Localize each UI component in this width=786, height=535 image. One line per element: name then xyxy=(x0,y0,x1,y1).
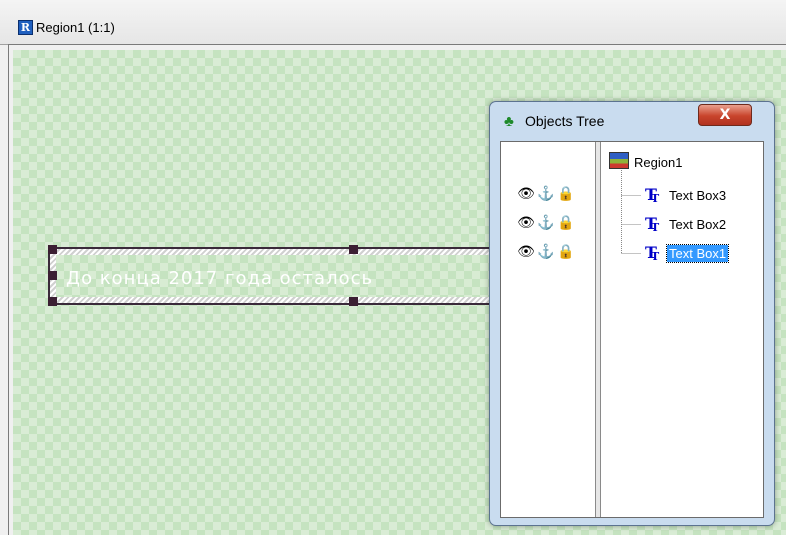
region-icon xyxy=(609,152,629,169)
lock-icon[interactable]: 🔒 xyxy=(556,243,576,260)
close-icon: X xyxy=(719,107,731,123)
resize-handle-middle-left[interactable] xyxy=(48,271,57,280)
window-title: Region1 (1:1) xyxy=(36,20,115,35)
status-row-text-box2: 👁 ⚓ 🔒 xyxy=(516,214,576,234)
lock-icon[interactable]: 🔒 xyxy=(556,185,576,202)
objects-tree-title: Objects Tree xyxy=(525,113,605,129)
text-box-content: До конца 2017 года осталось xyxy=(56,255,496,297)
objects-tree-window: ♣ Objects Tree X 👁 ⚓ 🔒 👁 ⚓ 🔒 👁 ⚓ 🔒 Regio… xyxy=(489,101,775,526)
window-titlebar: R Region1 (1:1) xyxy=(0,0,786,45)
app-icon: R xyxy=(18,20,33,35)
text-box-icon: T xyxy=(645,215,661,238)
anchor-icon[interactable]: ⚓ xyxy=(536,243,556,260)
close-button[interactable]: X xyxy=(698,104,752,126)
eye-icon[interactable]: 👁 xyxy=(516,243,536,260)
text-box-icon: T xyxy=(645,244,661,267)
status-row-text-box1: 👁 ⚓ 🔒 xyxy=(516,243,576,263)
main-window: R Region1 (1:1) До конца 2017 года остал… xyxy=(0,0,786,535)
text-box-icon: T xyxy=(645,186,661,209)
resize-handle-top-center[interactable] xyxy=(349,245,358,254)
tree-node-text-box3[interactable]: Text Box3 xyxy=(667,187,728,204)
status-row-text-box3: 👁 ⚓ 🔒 xyxy=(516,185,576,205)
tree-node-region1[interactable]: Region1 xyxy=(632,154,684,171)
visibility-lock-column: 👁 ⚓ 🔒 👁 ⚓ 🔒 👁 ⚓ 🔒 xyxy=(502,143,594,516)
objects-tree-panel: 👁 ⚓ 🔒 👁 ⚓ 🔒 👁 ⚓ 🔒 Region1 T T Text Box3 … xyxy=(500,141,764,518)
eye-icon[interactable]: 👁 xyxy=(516,214,536,231)
tree-node-text-box2[interactable]: Text Box2 xyxy=(667,216,728,233)
resize-handle-bottom-center[interactable] xyxy=(349,297,358,306)
eye-icon[interactable]: 👁 xyxy=(516,185,536,202)
tree-view: Region1 T Text Box3 T Text Box2 T Text B… xyxy=(601,142,761,517)
anchor-icon[interactable]: ⚓ xyxy=(536,214,556,231)
tree-node-text-box1[interactable]: Text Box1 xyxy=(665,244,730,263)
resize-handle-top-left[interactable] xyxy=(48,245,57,254)
objects-tree-titlebar[interactable]: ♣ Objects Tree X xyxy=(490,102,774,138)
tree-icon: ♣ xyxy=(504,113,514,130)
anchor-icon[interactable]: ⚓ xyxy=(536,185,556,202)
resize-handle-bottom-left[interactable] xyxy=(48,297,57,306)
text-box-text: До конца 2017 года осталось xyxy=(66,268,374,289)
lock-icon[interactable]: 🔒 xyxy=(556,214,576,231)
selected-text-box[interactable]: До конца 2017 года осталось xyxy=(48,247,498,305)
